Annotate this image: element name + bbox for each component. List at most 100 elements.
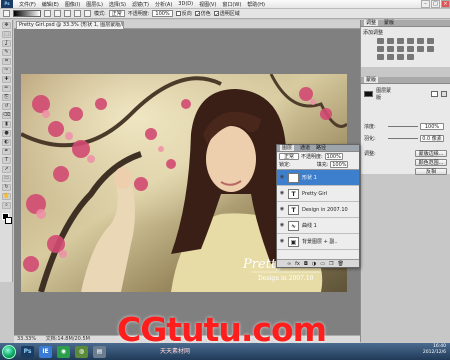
visibility-eye-icon[interactable]: ◉: [279, 239, 285, 244]
eyedropper-tool-icon[interactable]: ✑: [2, 67, 11, 74]
adjustment-layer-icon[interactable]: ◑: [312, 261, 316, 267]
dither-checkbox[interactable]: ✓仿色: [194, 10, 211, 18]
invert-button[interactable]: 反相: [415, 168, 447, 175]
menu-3d[interactable]: 3D(D): [175, 1, 196, 7]
system-clock[interactable]: 16:40 2012/12/6: [423, 344, 446, 356]
add-mask-icon[interactable]: ◘: [304, 261, 308, 267]
history-brush-tool-icon[interactable]: ↺: [2, 103, 11, 110]
trash-icon[interactable]: 🗑: [337, 261, 343, 267]
transparency-checkbox[interactable]: ✓透明区域: [213, 10, 240, 18]
visibility-eye-icon[interactable]: ◉: [279, 207, 285, 212]
menu-analysis[interactable]: 分析(A): [152, 1, 175, 8]
tab-channels[interactable]: 通道: [300, 145, 310, 151]
reflected-gradient-icon[interactable]: [74, 10, 81, 17]
photo-filter-adjustment-icon[interactable]: [397, 46, 404, 52]
visibility-eye-icon[interactable]: ◉: [279, 223, 285, 228]
taskbar-photoshop[interactable]: Ps: [21, 345, 34, 358]
feather-slider[interactable]: [388, 138, 418, 139]
close-icon[interactable]: ×: [441, 0, 450, 8]
tab-masks[interactable]: 蒙版: [364, 77, 379, 83]
layer-row[interactable]: ◉ ▣ 背景图层 + 副..: [277, 234, 359, 250]
color-range-button[interactable]: 颜色范围...: [415, 159, 447, 166]
menu-layer[interactable]: 图层(L): [83, 1, 106, 8]
brush-tool-icon[interactable]: ✏: [2, 85, 11, 92]
menu-view[interactable]: 视图(V): [196, 1, 219, 8]
density-field[interactable]: 100%: [420, 123, 444, 130]
link-icon[interactable]: ∞: [287, 261, 291, 267]
levels-adjustment-icon[interactable]: [387, 38, 394, 44]
taskbar-ie[interactable]: IE: [39, 345, 52, 358]
channel-mixer-adjustment-icon[interactable]: [407, 46, 414, 52]
visibility-eye-icon[interactable]: ◉: [279, 191, 285, 196]
type-tool-icon[interactable]: T: [2, 157, 11, 164]
taskbar-app-4[interactable]: ◍: [75, 345, 88, 358]
blend-mode-select[interactable]: 正常: [279, 153, 299, 160]
minimize-icon[interactable]: –: [421, 0, 430, 8]
feather-field[interactable]: 0.0 像素: [420, 135, 444, 142]
start-button[interactable]: [2, 344, 16, 359]
shape-tool-icon[interactable]: ▭: [2, 175, 11, 182]
menu-image[interactable]: 图像(I): [62, 1, 83, 8]
preset-adjustment-icon[interactable]: [407, 54, 414, 60]
layer-opacity-field[interactable]: 100%: [324, 153, 343, 160]
tab-layers[interactable]: 图层: [280, 145, 295, 151]
visibility-eye-icon[interactable]: ◉: [279, 175, 285, 180]
fill-field[interactable]: 100%: [330, 161, 349, 168]
radial-gradient-icon[interactable]: [54, 10, 61, 17]
zoom-level[interactable]: 33.33%: [17, 336, 36, 342]
3d-rotate-tool-icon[interactable]: ↻: [2, 184, 11, 191]
blur-tool-icon[interactable]: ●: [2, 130, 11, 137]
quick-select-tool-icon[interactable]: ✎: [2, 49, 11, 56]
hand-tool-icon[interactable]: ✋: [2, 193, 11, 200]
healing-tool-icon[interactable]: ✚: [2, 76, 11, 83]
mask-thumbnail[interactable]: [364, 91, 374, 97]
marquee-tool-icon[interactable]: ⬚: [2, 31, 11, 38]
lasso-tool-icon[interactable]: ʆ: [2, 40, 11, 47]
tab-paths[interactable]: 路径: [316, 145, 326, 151]
path-select-tool-icon[interactable]: ➚: [2, 166, 11, 173]
clone-tool-icon[interactable]: ⎘: [2, 94, 11, 101]
black-white-adjustment-icon[interactable]: [387, 46, 394, 52]
gradient-tool-icon[interactable]: ▮: [2, 121, 11, 128]
taskbar-app-3[interactable]: ◉: [57, 345, 70, 358]
document-tab[interactable]: Pretty Girl.psd @ 33.3% (形状 1, 图层蒙版/8) *: [16, 21, 124, 29]
zoom-tool-icon[interactable]: ⌕: [2, 202, 11, 209]
opacity-field[interactable]: 100%: [152, 10, 173, 17]
color-balance-adjustment-icon[interactable]: [377, 46, 384, 52]
dodge-tool-icon[interactable]: ◐: [2, 139, 11, 146]
background-color-swatch[interactable]: [5, 217, 12, 224]
crop-tool-icon[interactable]: ⌗: [2, 58, 11, 65]
new-layer-icon[interactable]: ❐: [329, 261, 333, 267]
move-tool-icon[interactable]: ✥: [2, 22, 11, 29]
gradient-tool-icon[interactable]: [3, 10, 10, 17]
layer-row[interactable]: ◉ T Pretty Girl: [277, 186, 359, 202]
curves-adjustment-icon[interactable]: [397, 38, 404, 44]
layer-row[interactable]: ◉ ◆ 形状 1: [277, 170, 359, 186]
threshold-adjustment-icon[interactable]: [377, 54, 384, 60]
photoshop-logo[interactable]: Ps: [1, 0, 13, 8]
menu-file[interactable]: 文件(F): [16, 1, 39, 8]
menu-edit[interactable]: 编辑(E): [39, 1, 62, 8]
maximize-icon[interactable]: □: [431, 0, 440, 8]
menu-filter[interactable]: 滤镜(T): [129, 1, 152, 8]
menu-select[interactable]: 选择(S): [106, 1, 129, 8]
posterize-adjustment-icon[interactable]: [427, 46, 434, 52]
selective-color-adjustment-icon[interactable]: [397, 54, 404, 60]
group-icon[interactable]: ▭: [320, 261, 325, 267]
tab-adjustments[interactable]: 调整: [364, 20, 379, 26]
density-slider[interactable]: [388, 126, 418, 127]
diamond-gradient-icon[interactable]: [84, 10, 91, 17]
menu-window[interactable]: 窗口(W): [219, 1, 244, 8]
layer-row[interactable]: ◉ ∿ 曲线 1: [277, 218, 359, 234]
linear-gradient-icon[interactable]: [44, 10, 51, 17]
menu-help[interactable]: 帮助(H): [244, 1, 268, 8]
fx-icon[interactable]: fx: [295, 261, 300, 267]
eraser-tool-icon[interactable]: ⌫: [2, 112, 11, 119]
invert-adjustment-icon[interactable]: [417, 46, 424, 52]
tab-masks-top[interactable]: 蒙版: [384, 20, 394, 26]
gradient-map-adjustment-icon[interactable]: [387, 54, 394, 60]
taskbar-app-5[interactable]: ▤: [93, 345, 106, 358]
mask-edge-button[interactable]: 蒙版边缘...: [415, 150, 447, 157]
reverse-checkbox[interactable]: 反向: [175, 10, 192, 17]
angle-gradient-icon[interactable]: [64, 10, 71, 17]
